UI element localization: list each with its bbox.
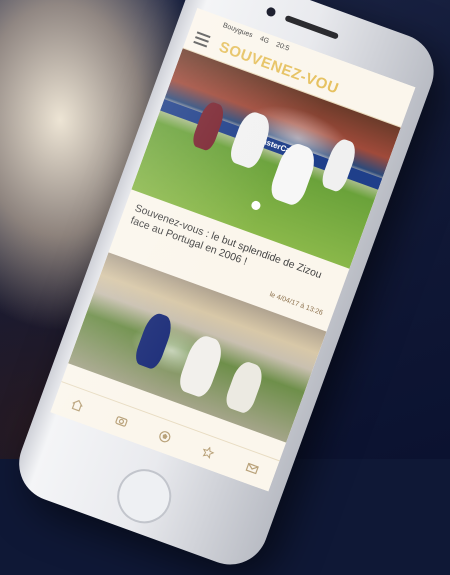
player-figure <box>132 310 176 372</box>
mail-icon[interactable] <box>243 459 261 477</box>
camera-icon[interactable] <box>112 412 130 430</box>
menu-icon[interactable] <box>193 31 211 48</box>
football <box>250 199 262 212</box>
home-icon[interactable] <box>69 396 87 414</box>
player-figure <box>222 358 267 416</box>
clock-label: 20:5 <box>275 40 291 53</box>
network-label: 4G <box>258 34 270 45</box>
player-figure <box>319 136 360 194</box>
ball-icon[interactable] <box>156 428 174 446</box>
player-figure <box>175 332 227 400</box>
